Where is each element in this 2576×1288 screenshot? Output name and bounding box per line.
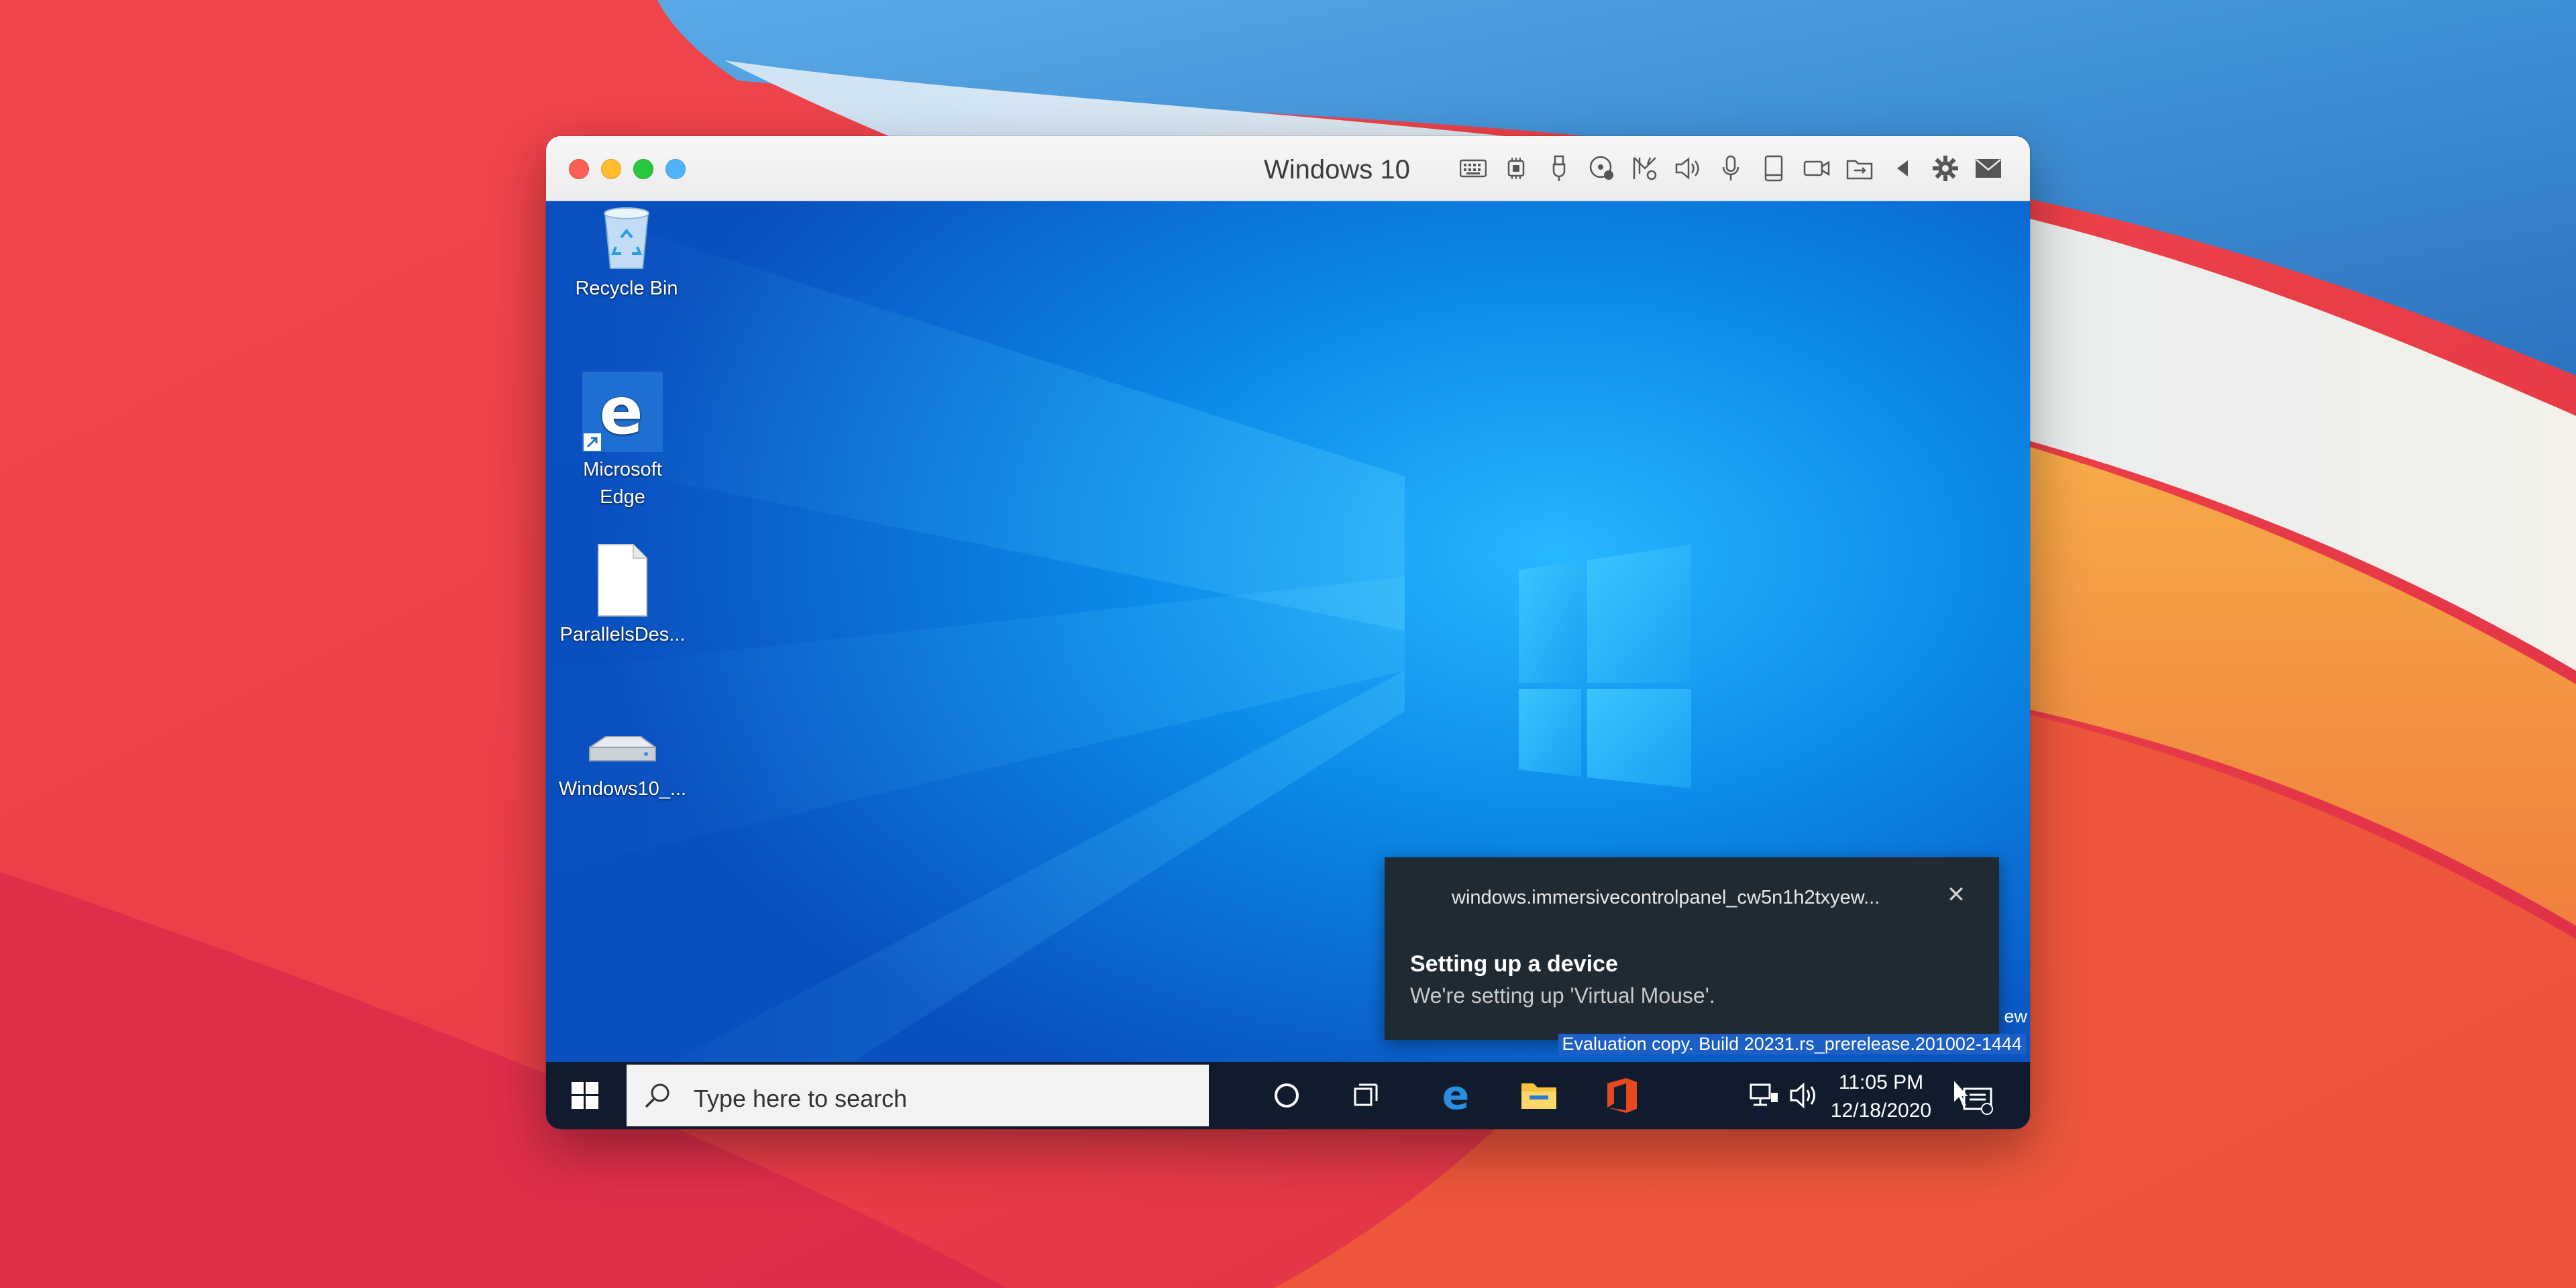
drive-icon [586,731,659,771]
cpu-icon[interactable] [1499,151,1534,186]
camera-icon[interactable] [1799,151,1834,186]
notification-app-name: windows.immersivecontrolpanel_cw5n1h2txy… [1452,887,1880,908]
edge-icon[interactable]: e [1422,1062,1489,1129]
minimize-window-button[interactable] [601,159,621,179]
desktop-icon-document[interactable]: ParallelsDes... [555,543,690,649]
desktop-icon-label: Windows10_... [558,778,687,800]
task-view-icon[interactable] [1335,1062,1402,1129]
back-icon[interactable] [1885,151,1920,186]
usb-icon[interactable] [1542,151,1576,186]
hard-disk-icon[interactable] [1756,151,1791,186]
taskbar: Type here to search e 11:05 PM 12/18/202… [546,1062,2030,1129]
windows-desktop[interactable]: Recycle Bin e Microsoft Edge ParallelsDe… [546,201,2030,1129]
desktop-icon-label: Recycle Bin [575,278,678,299]
file-explorer-icon[interactable] [1505,1062,1572,1129]
volume-tray-icon[interactable] [1788,1081,1821,1110]
start-button[interactable] [546,1062,624,1129]
search-icon [645,1083,669,1108]
edge-icon: e [582,372,663,452]
vm-toolbar [1456,151,2006,186]
coherence-button[interactable] [665,159,686,179]
evaluation-watermark: Evaluation copy. Build 20231.rs_prerelea… [1558,1034,2026,1055]
envelope-icon[interactable] [1971,151,2006,186]
svg-text:e: e [599,374,643,449]
notification-title: Setting up a device [1410,951,1618,977]
desktop-icon-drive[interactable]: Windows10_... [555,731,690,803]
notification-toast[interactable]: windows.immersivecontrolpanel_cw5n1h2txy… [1385,857,1999,1040]
vm-titlebar[interactable]: Windows 10 [546,136,2030,201]
sound-icon[interactable] [1670,151,1705,186]
action-center-icon[interactable] [1948,1077,1995,1117]
vm-window-title: Windows 10 [1264,155,1410,184]
clock-time[interactable]: 11:05 PM [1834,1071,1928,1094]
shared-folder-icon[interactable] [1842,151,1877,186]
cortana-icon[interactable] [1253,1062,1320,1129]
desktop-icon-label: ParallelsDes... [559,624,686,645]
notification-body: We're setting up 'Virtual Mouse'. [1410,983,1715,1008]
desktop-icon-recycle-bin[interactable]: Recycle Bin [559,204,694,303]
cd-icon[interactable] [1585,151,1619,186]
svg-text:e: e [1442,1075,1470,1116]
taskbar-search-box[interactable]: Type here to search [627,1065,1209,1126]
parallels-vm-window: Windows 10 Recycle Bin e Microsoft Edge … [546,136,2030,1129]
office-icon[interactable] [1589,1062,1656,1129]
network-icon[interactable] [1627,151,1662,186]
maximize-window-button[interactable] [633,159,653,179]
windows-logo-icon [572,1082,598,1109]
recycle-bin-icon [594,204,659,271]
document-icon [596,543,649,617]
close-icon[interactable]: ✕ [1943,881,1970,908]
network-tray-icon[interactable] [1748,1082,1780,1109]
search-placeholder: Type here to search [694,1085,908,1112]
clock-date[interactable]: 12/18/2020 [1827,1099,1935,1122]
watermark-partial-text: ew [2004,1006,2027,1026]
keyboard-icon[interactable] [1456,151,1491,186]
microphone-icon[interactable] [1713,151,1748,186]
desktop-icon-edge[interactable]: e Microsoft Edge [555,372,690,511]
desktop-icon-label: Microsoft Edge [583,459,662,508]
close-window-button[interactable] [569,159,589,179]
gear-icon[interactable] [1928,151,1963,186]
